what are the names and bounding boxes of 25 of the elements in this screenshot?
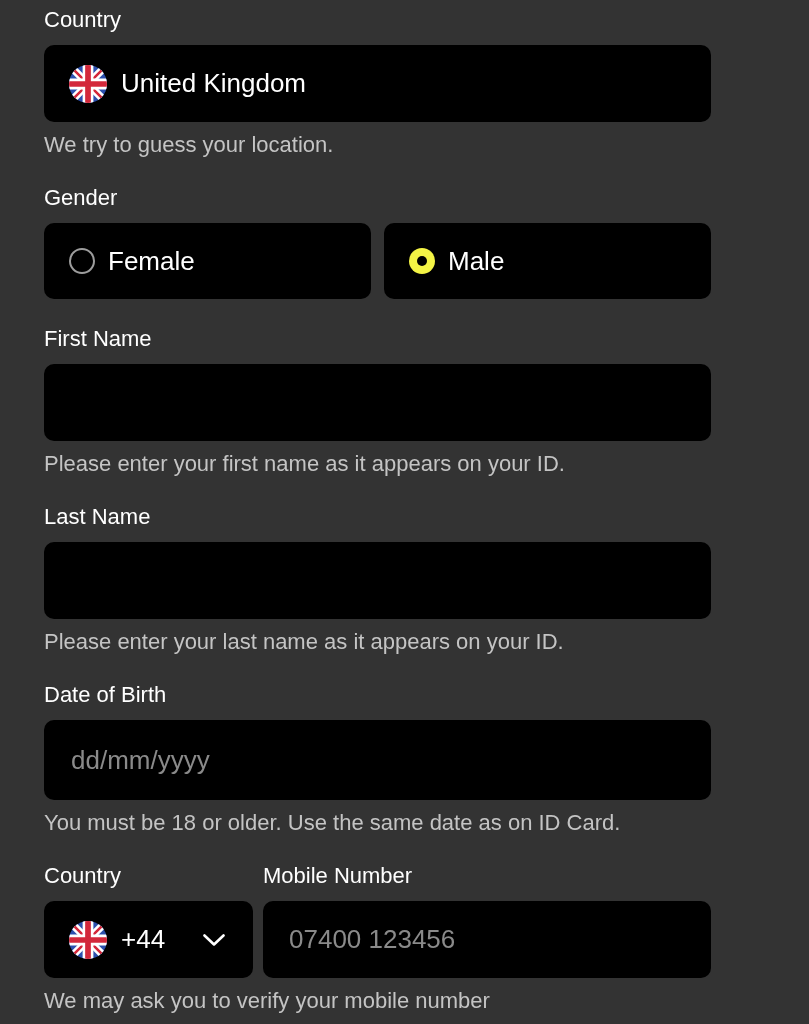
date-input-field[interactable]: dd/mm/yyyy [44,720,711,800]
field-hint: We try to guess your location. [44,132,334,158]
text-input-field[interactable] [44,364,711,441]
phone-number-field[interactable]: 07400 123456 [263,901,711,978]
gender-option[interactable]: Female [44,223,371,299]
radio-icon[interactable] [69,248,95,274]
field-hint: You must be 18 or older. Use the same date as on ID Card. [44,810,621,836]
field-hint: Please enter your last name as it appears on your ID. [44,629,564,655]
radio-icon[interactable] [409,248,435,274]
gender-option[interactable]: Male [384,223,711,299]
country-select[interactable]: United Kingdom [44,45,711,122]
dial-code-select[interactable]: +44 [44,901,253,978]
field-hint: We may ask you to verify your mobile number [44,988,490,1014]
chevron-down-icon [203,933,225,946]
flag-icon [69,920,107,959]
field-label: First Name [44,326,152,352]
field-label: Gender [44,185,118,211]
text-input-field[interactable] [44,542,711,619]
field-label: Country [44,7,122,33]
field-label: Country [44,863,122,889]
flag-icon [69,64,107,103]
field-label: Last Name [44,504,151,530]
field-hint: Please enter your first name as it appears on your ID. [44,451,565,477]
field-label: Date of Birth [44,682,167,708]
field-label: Mobile Number [263,863,413,889]
